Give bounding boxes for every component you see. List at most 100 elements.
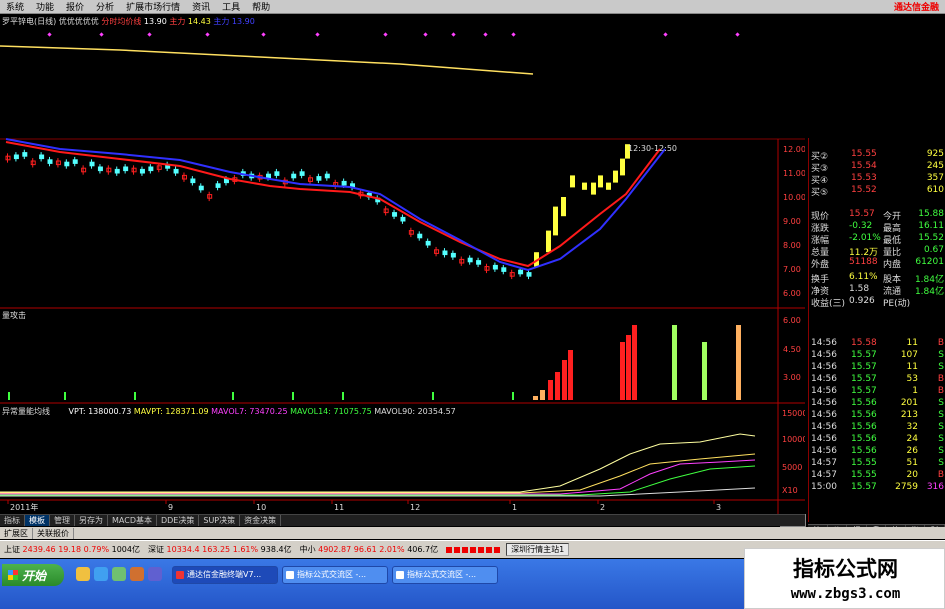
signal-light-icon — [470, 546, 477, 553]
quote-panel: 买② 15.55 925 买③ 15.54 245 买④ 15.53 357 买⑤ 15.52 610… — [808, 138, 945, 522]
date-tick-label: 2 — [600, 503, 605, 512]
candle-down — [223, 178, 229, 184]
tab-dde[interactable]: DDE决策 — [157, 515, 200, 526]
tick-row: 14:57 15.55 20 B — [809, 470, 945, 481]
tab-template[interactable]: 模板 — [25, 515, 50, 526]
stat-row: 净资 1.58 流通 1.84亿 — [809, 284, 945, 297]
browser-icon — [396, 571, 404, 579]
tick-time: 14:57 — [811, 470, 837, 480]
volume-bar — [736, 325, 741, 400]
tick-price: 15.56 — [851, 422, 877, 432]
tick-side: S — [938, 350, 944, 360]
ext-area-button[interactable]: 扩展区 — [0, 527, 33, 539]
menu-item-quote[interactable]: 报价 — [60, 0, 90, 13]
candle-down — [198, 185, 204, 191]
candle-down — [324, 173, 330, 179]
tab-sup[interactable]: SUP决策 — [199, 515, 241, 526]
tick-row: 14:56 15.56 32 S — [809, 422, 945, 433]
tick-volume: 11 — [906, 338, 918, 348]
date-tick-label: 2011年 — [10, 502, 38, 512]
task-forum-2[interactable]: 指标公式交流区 -... — [392, 566, 498, 584]
menu-item-function[interactable]: 功能 — [30, 0, 60, 13]
tick-side: S — [938, 362, 944, 372]
volume-bar-small — [342, 392, 344, 400]
price-tick-label: 11.00 — [783, 169, 805, 178]
tab-capital[interactable]: 资金决策 — [240, 515, 282, 526]
stat-label: 内盘 — [883, 260, 902, 270]
tick-time: 14:56 — [811, 338, 837, 348]
top-right-blank — [533, 14, 805, 139]
candle-down — [72, 159, 78, 164]
signal-diamond — [511, 32, 516, 37]
volume-tick-label: 4.50 — [783, 345, 801, 354]
volume-bar — [620, 342, 625, 400]
tab-macd[interactable]: MACD基本 — [108, 515, 157, 526]
menu-bar: 系统 功能 报价 分析 扩展市场行情 资讯 工具 帮助 通达信金融 — [0, 0, 945, 14]
stat-row: 涨跌 -0.32 最高 16.11 — [809, 221, 945, 234]
quicklaunch-media-icon[interactable] — [130, 567, 144, 581]
candle-down — [492, 264, 498, 270]
chart-area[interactable]: 12.00 11.00 10.00 9.00 8.00 7.00 6.00 6.00 4.50 3… — [0, 14, 806, 527]
tick-volume: 107 — [900, 350, 918, 360]
mavpt-value: MAVPT: 128371.09 — [133, 407, 209, 416]
menu-item-info[interactable]: 资讯 — [186, 0, 216, 13]
quicklaunch-app-icon[interactable] — [148, 567, 162, 581]
stat-value: 0.926 — [849, 296, 875, 306]
quicklaunch-desktop-icon[interactable] — [112, 567, 126, 581]
menu-item-system[interactable]: 系统 — [0, 0, 30, 13]
candle-rise — [598, 175, 603, 188]
quicklaunch-ie-icon[interactable] — [94, 567, 108, 581]
start-label: 开始 — [22, 568, 47, 583]
candle-down — [425, 240, 431, 246]
task-tdx-terminal[interactable]: 通达信金融终端V7... — [172, 566, 278, 584]
tick-side: S — [938, 458, 944, 468]
sh-index[interactable]: 上证 2439.46 19.18 0.79% 1004亿 — [0, 544, 144, 555]
sz-index[interactable]: 深证 10334.4 163.25 1.61% 938.4亿 — [144, 544, 296, 555]
menu-item-analysis[interactable]: 分析 — [90, 0, 120, 13]
tdx-app-icon — [176, 571, 184, 579]
bid-volume: 925 — [926, 149, 944, 159]
menu-item-ext-market[interactable]: 扩展市场行情 — [120, 0, 186, 13]
stat-label: 外盘 — [811, 260, 830, 270]
tab-save-as[interactable]: 另存为 — [75, 515, 108, 526]
sz-amount: 938.4亿 — [260, 545, 292, 554]
tick-row: 14:56 15.56 26 S — [809, 446, 945, 457]
related-quote-button[interactable]: 关联报价 — [33, 527, 74, 539]
signal-diamond — [205, 32, 210, 37]
volume-bar — [562, 360, 567, 400]
mavol14-value: MAVOL14: 71075.75 — [290, 407, 372, 416]
menu-item-help[interactable]: 帮助 — [246, 0, 276, 13]
quicklaunch-folder-icon[interactable] — [76, 567, 90, 581]
price-tick-label: 9.00 — [783, 217, 801, 226]
signal-diamond — [315, 32, 320, 37]
bid-price: 15.53 — [851, 173, 877, 183]
zx-amount: 406.7亿 — [407, 545, 439, 554]
yellow-avg-line — [0, 45, 534, 75]
sz-label: 深证 — [147, 545, 164, 554]
tick-price: 15.58 — [851, 338, 877, 348]
stat-value: -2.01% — [849, 233, 881, 243]
zx-index[interactable]: 中小 4902.87 96.61 2.01% 406.7亿 — [296, 544, 443, 555]
indicator-tab-bar: 指标 模板 管理 另存为 MACD基本 DDE决策 SUP决策 资金决策 — [0, 514, 805, 526]
candle-down — [64, 161, 70, 167]
tab-indicator[interactable]: 指标 — [0, 515, 25, 526]
tab-manage[interactable]: 管理 — [50, 515, 75, 526]
stat-value: 61201 — [915, 257, 944, 267]
menu-item-tools[interactable]: 工具 — [216, 0, 246, 13]
signal-diamond — [99, 32, 104, 37]
kline-chart-svg[interactable]: 12.00 11.00 10.00 9.00 8.00 7.00 6.00 6.00 4.50 3… — [0, 14, 805, 514]
volume-bar — [548, 380, 553, 400]
ma-blue-line — [5, 138, 666, 272]
stat-value: 16.11 — [918, 221, 944, 231]
candle-rise — [591, 182, 596, 195]
watermark-title: 指标公式网 — [793, 557, 898, 581]
candle-down — [450, 252, 456, 258]
start-button[interactable]: 开始 — [2, 564, 64, 586]
mavol7-line — [0, 459, 756, 495]
task-forum-1[interactable]: 指标公式交流区 -... — [282, 566, 388, 584]
browser-icon — [286, 571, 294, 579]
volume-tick-label: 3.00 — [783, 373, 801, 382]
vpt-value: VPT: 138000.73 — [68, 407, 132, 416]
signal-light-icon — [462, 546, 469, 553]
tick-side: B — [937, 470, 944, 480]
